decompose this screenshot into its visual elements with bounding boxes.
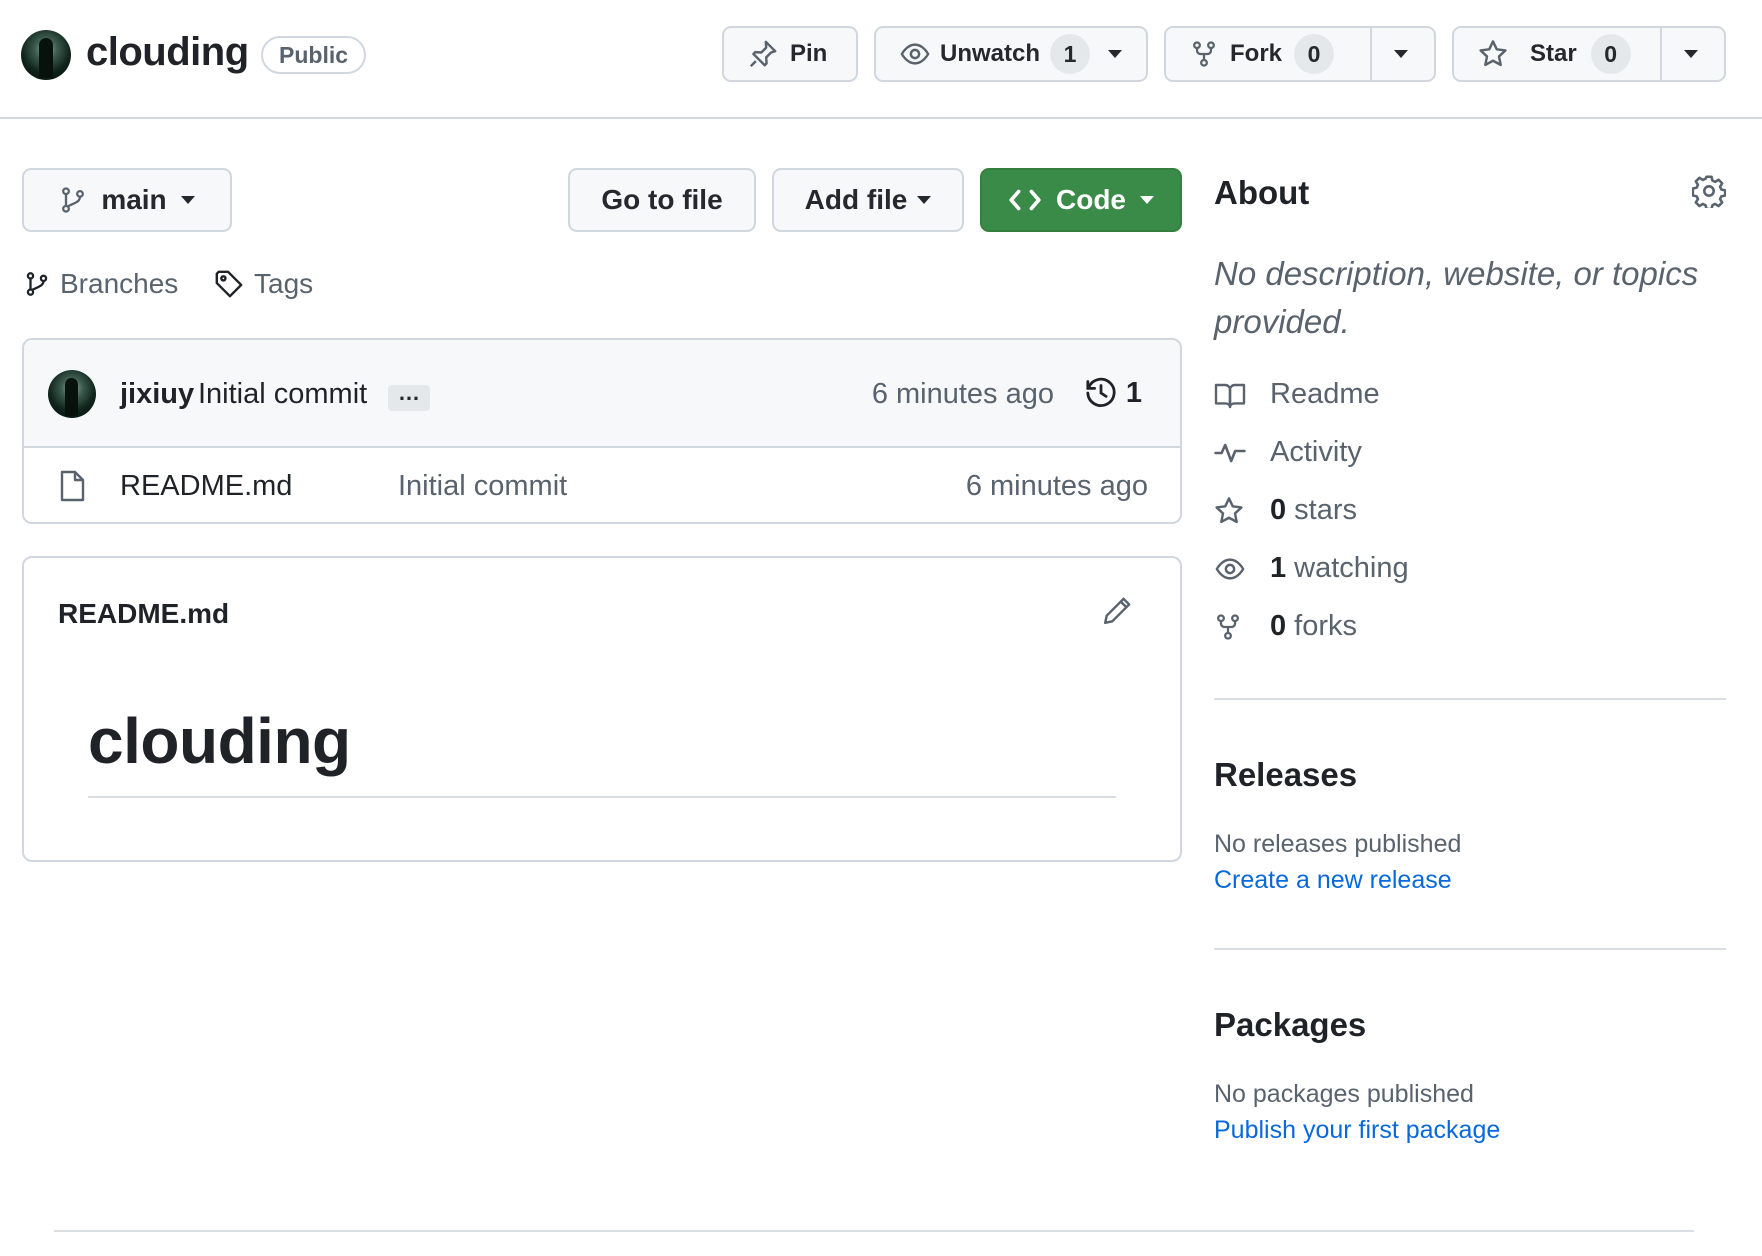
repo-name[interactable]: clouding: [86, 30, 249, 75]
visibility-badge: Public: [261, 36, 367, 74]
fork-label: Fork: [1230, 40, 1283, 67]
file-browser: jixiuy Initial commit … 6 minutes ago 1 …: [22, 338, 1182, 524]
go-to-file-button[interactable]: Go to file: [568, 168, 756, 232]
readme-link-label: Readme: [1270, 378, 1380, 410]
releases-heading[interactable]: Releases: [1214, 756, 1357, 794]
star-icon: [1478, 39, 1508, 69]
divider: [88, 796, 1116, 798]
branch-icon: [24, 269, 50, 299]
activity-link[interactable]: Activity: [1214, 436, 1362, 469]
star-dropdown-button[interactable]: [1660, 28, 1720, 80]
add-file-label: Add file: [804, 184, 908, 215]
watching-label: watching: [1294, 552, 1409, 584]
fork-button-group: Fork 0: [1164, 26, 1436, 82]
star-count: 0: [1590, 34, 1631, 74]
watch-count: 1: [1050, 34, 1091, 74]
commit-author[interactable]: jixiuy: [120, 378, 194, 411]
stars-count: 0: [1270, 494, 1287, 526]
forks-link[interactable]: 0 forks: [1214, 610, 1357, 643]
commit-history-link[interactable]: 1: [1084, 376, 1142, 410]
about-heading: About: [1214, 174, 1310, 211]
book-icon: [1214, 380, 1270, 410]
about-description: No description, website, or topics provi…: [1214, 255, 1699, 340]
commit-time[interactable]: 6 minutes ago: [872, 378, 1054, 411]
readme-panel: README.md clouding: [22, 556, 1182, 862]
eye-icon: [900, 39, 930, 69]
forks-label: forks: [1294, 610, 1357, 642]
unwatch-button[interactable]: Unwatch 1: [874, 26, 1148, 82]
fork-button[interactable]: Fork 0: [1166, 28, 1370, 80]
history-icon: [1084, 376, 1118, 410]
tags-label: Tags: [254, 268, 314, 299]
add-file-button[interactable]: Add file: [772, 168, 964, 232]
branches-link[interactable]: Branches: [24, 268, 178, 300]
packages-empty-text: No packages published: [1214, 1080, 1474, 1108]
fork-count: 0: [1294, 34, 1335, 74]
tags-link[interactable]: Tags: [214, 268, 313, 300]
readme-title: README.md: [58, 598, 230, 629]
chevron-down-icon: [917, 196, 932, 204]
latest-commit-bar: jixiuy Initial commit … 6 minutes ago 1: [24, 340, 1180, 448]
star-button[interactable]: Star 0: [1454, 28, 1660, 80]
star-button-group: Star 0: [1452, 26, 1726, 82]
readme-link[interactable]: Readme: [1214, 378, 1380, 411]
publish-package-link[interactable]: Publish your first package: [1214, 1116, 1500, 1145]
branch-selector[interactable]: main: [22, 168, 232, 232]
divider: [1214, 698, 1726, 700]
activity-link-label: Activity: [1270, 436, 1362, 468]
code-button[interactable]: Code: [980, 168, 1182, 232]
divider: [1214, 948, 1726, 950]
star-label: Star: [1530, 40, 1577, 67]
chevron-down-icon: [1684, 50, 1698, 58]
pin-label: Pin: [790, 40, 828, 67]
eye-icon: [1214, 554, 1270, 584]
pencil-icon[interactable]: [1102, 596, 1132, 626]
commit-expand-button[interactable]: …: [388, 382, 430, 411]
file-time: 6 minutes ago: [965, 470, 1148, 502]
forks-count: 0: [1270, 610, 1287, 642]
releases-empty-text: No releases published: [1214, 830, 1462, 858]
watchers-link[interactable]: 1 watching: [1214, 552, 1409, 585]
fork-icon: [1214, 612, 1270, 642]
file-icon: [58, 470, 86, 502]
chevron-down-icon: [1108, 50, 1123, 58]
file-commit-message[interactable]: Initial commit: [398, 470, 567, 503]
branch-name: main: [101, 184, 167, 215]
chevron-down-icon: [1140, 196, 1154, 204]
gear-icon[interactable]: [1692, 174, 1726, 208]
code-icon: [1008, 185, 1042, 215]
branches-label: Branches: [60, 268, 179, 299]
watching-count: 1: [1270, 552, 1287, 584]
create-release-link[interactable]: Create a new release: [1214, 866, 1452, 895]
pin-button[interactable]: Pin: [722, 26, 858, 82]
footer-divider: [54, 1230, 1694, 1232]
file-name[interactable]: README.md: [120, 470, 292, 503]
fork-dropdown-button[interactable]: [1370, 28, 1430, 80]
repo-header: clouding Public Pin Unwatch 1 Fork 0 Sta…: [0, 0, 1762, 119]
code-label: Code: [1056, 184, 1126, 215]
branch-icon: [59, 185, 87, 215]
chevron-down-icon: [1394, 50, 1408, 58]
stars-label: stars: [1294, 494, 1357, 526]
chevron-down-icon: [180, 196, 195, 204]
star-icon: [1214, 496, 1270, 526]
commit-message[interactable]: Initial commit: [198, 378, 367, 411]
table-row[interactable]: README.md Initial commit 6 minutes ago: [24, 448, 1180, 522]
owner-avatar[interactable]: [21, 30, 71, 80]
avatar[interactable]: [48, 370, 96, 418]
readme-heading: clouding: [88, 705, 351, 777]
unwatch-label: Unwatch: [940, 40, 1041, 67]
stars-link[interactable]: 0 stars: [1214, 494, 1357, 527]
fork-icon: [1190, 39, 1218, 69]
commit-count: 1: [1125, 376, 1142, 409]
tag-icon: [214, 269, 244, 299]
pulse-icon: [1214, 438, 1270, 468]
packages-heading[interactable]: Packages: [1214, 1006, 1366, 1044]
pin-icon: [748, 39, 778, 69]
